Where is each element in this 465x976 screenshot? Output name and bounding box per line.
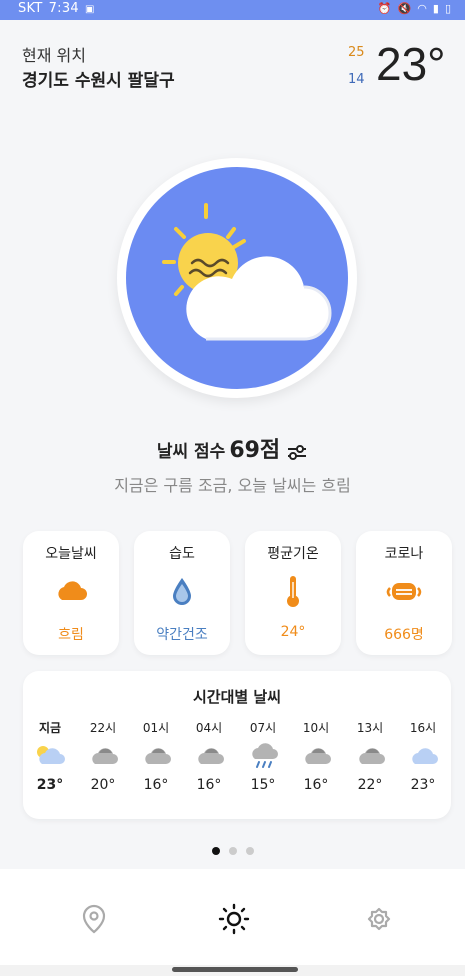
cloudy-icon [131, 739, 181, 771]
thermometer-icon [245, 573, 341, 609]
hourly-item: 01시 16° [131, 719, 181, 793]
score-value: 69점 [229, 438, 281, 463]
card-title: 습도 [169, 546, 195, 562]
weather-score: 날씨 점수 69점 [0, 432, 465, 464]
water-drop-icon [134, 573, 230, 609]
card-value: 666명 [384, 627, 424, 643]
hourly-item: 지금 23° [25, 719, 75, 793]
alarm-icon: ⏰ [377, 2, 392, 15]
temp-high: 25 [348, 45, 365, 60]
hourly-forecast: 시간대별 날씨 지금 23° 22시 20° 01시 16° 04시 16° 0… [23, 671, 451, 819]
current-temperature: 23° [376, 38, 446, 90]
page-dot[interactable] [245, 847, 254, 855]
cloudy-icon [184, 739, 234, 771]
cloudy-icon [78, 739, 128, 771]
hourly-item: 13시 22° [345, 719, 395, 793]
page-dot[interactable] [228, 847, 237, 855]
sun-icon[interactable] [216, 901, 252, 937]
card-title: 코로나 [384, 546, 424, 562]
location-name[interactable]: 경기도 수원시 팔달구 [22, 66, 175, 91]
card-avg-temperature[interactable]: 평균기온 24° [245, 531, 341, 655]
status-time: 7:34 [48, 1, 80, 16]
screenshot-icon: ▣ [85, 4, 95, 15]
battery-icon: ▯ [444, 2, 451, 15]
cloudy-icon [345, 739, 395, 771]
hourly-item: 04시 16° [184, 719, 234, 793]
mute-icon: 🔇 [397, 2, 412, 15]
adjust-icon[interactable] [286, 444, 308, 464]
gear-icon[interactable] [361, 901, 397, 937]
page-indicator [0, 847, 465, 855]
status-bar: SKT 7:34 ▣ ⏰ 🔇 ◠ ▮ ▯ [0, 0, 465, 20]
card-value: 약간건조 [156, 627, 208, 643]
temp-low: 14 [348, 72, 365, 87]
hourly-title: 시간대별 날씨 [192, 688, 282, 706]
hourly-item: 16시 23° [398, 719, 448, 793]
weather-summary: 지금은 구름 조금, 오늘 날씨는 흐림 [114, 476, 351, 495]
bottom-navigation [0, 869, 465, 965]
sun-cloud-icon [162, 203, 332, 341]
card-value: 24° [280, 624, 306, 640]
card-title: 평균기온 [267, 546, 319, 562]
cloudy-icon [291, 739, 341, 771]
location-label: 현재 위치 [22, 46, 86, 65]
location-icon[interactable] [76, 901, 112, 937]
card-corona[interactable]: 코로나 666명 [356, 531, 452, 655]
hourly-item: 22시 20° [78, 719, 128, 793]
hourly-item: 07시 15° [238, 719, 288, 793]
page-dot-active[interactable] [211, 847, 220, 855]
cloud-icon [23, 573, 119, 609]
partly-cloudy-icon [25, 739, 75, 771]
card-value: 흐림 [58, 627, 84, 643]
carrier-label: SKT [18, 1, 43, 16]
wifi-icon: ◠ [417, 2, 427, 15]
home-indicator[interactable] [172, 967, 298, 972]
card-today-weather[interactable]: 오늘날씨 흐림 [23, 531, 119, 655]
card-humidity[interactable]: 습도 약간건조 [134, 531, 230, 655]
rain-icon [238, 739, 288, 771]
weather-hero-circle [117, 158, 357, 398]
hourly-item: 10시 16° [291, 719, 341, 793]
signal-icon: ▮ [432, 2, 439, 15]
card-title: 오늘날씨 [45, 546, 97, 562]
light-cloud-icon [398, 739, 448, 771]
score-label: 날씨 점수 [156, 442, 226, 462]
mask-icon [356, 573, 452, 609]
